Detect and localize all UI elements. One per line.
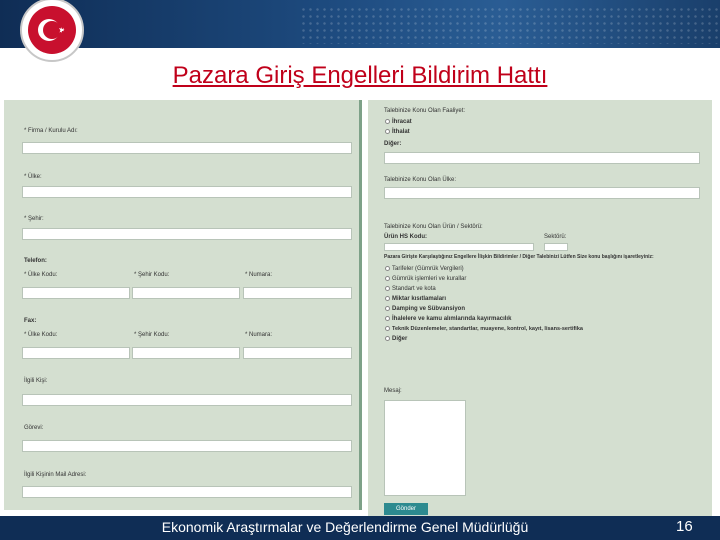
fax-ulke-kodu-input[interactable] (22, 347, 130, 359)
ulke-label: * Ülke: (24, 174, 42, 180)
fax-numara-input[interactable] (243, 347, 352, 359)
option-radio-5[interactable] (385, 306, 390, 311)
option-radio-7[interactable] (385, 326, 390, 331)
ilgili-kisi-input[interactable] (22, 394, 352, 406)
option-radio-6[interactable] (385, 316, 390, 321)
mesaj-textarea[interactable] (384, 400, 466, 496)
sehir-input[interactable] (22, 228, 352, 240)
request-form-panel: Talebinize Konu Olan Faaliyet: İhracat İ… (368, 100, 712, 518)
footer-text: Ekonomik Araştırmalar ve Değerlendirme G… (161, 519, 529, 535)
ministry-seal-logo (20, 0, 84, 62)
footer-bar: Ekonomik Araştırmalar ve Değerlendirme G… (0, 516, 720, 540)
option-label-8: Diğer (392, 336, 408, 342)
option-radio-1[interactable] (385, 266, 390, 271)
diger-faaliyet-input[interactable] (384, 152, 700, 164)
sektor-input[interactable] (544, 243, 568, 251)
tel-ulke-kodu-label: * Ülke Kodu: (24, 272, 58, 278)
diger-faaliyet-label: Diğer: (384, 141, 402, 147)
mail-label: İlgili Kişinin Mail Adresi: (24, 472, 87, 478)
tel-sehir-kodu-input[interactable] (132, 287, 240, 299)
telefon-label: Telefon: (24, 258, 47, 264)
option-label-4: Miktar kısıtlamaları (392, 296, 447, 302)
engel-label: Pazara Girişte Karşılaştığınız Engellere… (384, 254, 654, 260)
world-map-pattern (300, 6, 720, 44)
gtip-label: Ürün HS Kodu: (384, 234, 427, 240)
urun-label: Talebinize Konu Olan Ürün / Sektörü: (384, 224, 483, 230)
fax-ulke-kodu-label: * Ülke Kodu: (24, 332, 58, 338)
contact-form-panel: * Firma / Kurulu Adı: * Ülke: * Şehir: T… (4, 100, 362, 510)
gorevi-input[interactable] (22, 440, 352, 452)
fax-label: Fax: (24, 318, 37, 324)
option-radio-2[interactable] (385, 276, 390, 281)
submit-button[interactable]: Gönder (384, 503, 428, 515)
option-label-5: Damping ve Sübvansiyon (392, 306, 466, 312)
option-label-6: İhalelere ve kamu alımlarında kayırmacıl… (392, 316, 512, 322)
firma-label: * Firma / Kurulu Adı: (24, 128, 78, 134)
mail-input[interactable] (22, 486, 352, 498)
talep-konu-label: Talebinize Konu Olan Faaliyet: (384, 108, 466, 114)
option-radio-8[interactable] (385, 336, 390, 341)
ihracat-radio[interactable] (385, 119, 390, 124)
ilgili-kisi-label: İlgili Kişi: (24, 378, 48, 384)
tel-numara-label: * Numara: (245, 272, 273, 278)
page-title: Pazara Giriş Engelleri Bildirim Hattı (172, 62, 548, 89)
page-number: 16 (676, 518, 693, 535)
sehir-label: * Şehir: (24, 216, 44, 222)
firma-input[interactable] (22, 142, 352, 154)
option-label-2: Gümrük işlemleri ve kurallar (392, 276, 467, 282)
option-radio-4[interactable] (385, 296, 390, 301)
ihracat-label: İhracat (392, 119, 412, 125)
talep-ulke-label: Talebinize Konu Olan Ülke: (384, 177, 457, 183)
option-radio-3[interactable] (385, 286, 390, 291)
crescent-star-icon (38, 19, 65, 41)
ulke-input[interactable] (22, 186, 352, 198)
mesaj-label: Mesaj: (384, 388, 402, 394)
fax-sehir-kodu-input[interactable] (132, 347, 240, 359)
ithalat-label: İthalat (392, 129, 410, 135)
option-label-7: Teknik Düzenlemeler, standartlar, muayen… (392, 326, 583, 332)
gtip-input[interactable] (384, 243, 534, 251)
ithalat-radio[interactable] (385, 129, 390, 134)
header-bar (0, 0, 720, 48)
fax-sehir-kodu-label: * Şehir Kodu: (134, 332, 170, 338)
tel-sehir-kodu-label: * Şehir Kodu: (134, 272, 170, 278)
sektor-label: Sektörü: (544, 234, 567, 240)
tel-numara-input[interactable] (243, 287, 352, 299)
option-label-1: Tarifeler (Gümrük Vergileri) (392, 266, 464, 272)
tel-ulke-kodu-input[interactable] (22, 287, 130, 299)
option-label-3: Standart ve kota (392, 286, 436, 292)
fax-numara-label: * Numara: (245, 332, 273, 338)
gorevi-label: Görevi: (24, 425, 44, 431)
talep-ulke-input[interactable] (384, 187, 700, 199)
